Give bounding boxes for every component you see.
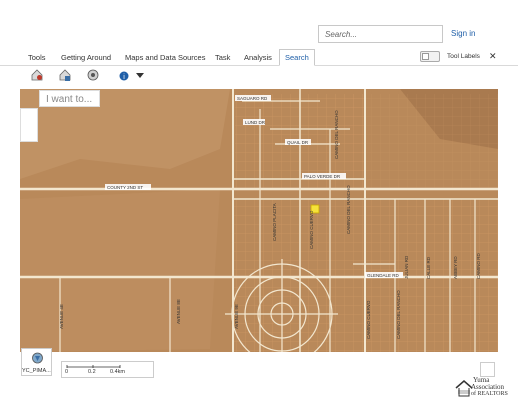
scale-label-0-4km: 0.4km: [110, 369, 125, 375]
close-icon[interactable]: ✕: [489, 51, 497, 62]
basemap-label: YC_PIMA...: [22, 368, 51, 374]
tab-bar: Tools Getting Around Maps and Data Sourc…: [0, 49, 518, 66]
property-search-icon[interactable]: [30, 68, 44, 82]
scale-label-0-2: 0.2: [88, 369, 96, 375]
road-label-camino-south: CAMINO DEL RANCHO: [396, 290, 401, 339]
tool-labels-label: Tool Labels: [447, 53, 480, 60]
tab-getting-around[interactable]: Getting Around: [61, 50, 111, 65]
map-canvas[interactable]: SAGUARO RD LUND DR QUAIL DR PALO VERDE D…: [20, 89, 498, 352]
road-label-camino-south-2: CAMINO CUERVO: [366, 300, 371, 339]
scale-bar: [61, 361, 154, 378]
parcel-grid: [345, 94, 498, 189]
layers-icon[interactable]: [58, 68, 72, 82]
road-label-county: COUNTY 2ND ST: [107, 185, 143, 190]
road-label-avenue-8e: AVENUE 8E: [176, 299, 181, 324]
road-label-camino-del-rancho-north: CAMINO DEL RANCHO: [334, 110, 339, 159]
road-label-quail: QUAIL DR: [287, 140, 309, 145]
logo-line-realtors: of REALTORS: [471, 391, 508, 397]
search-input[interactable]: Search...: [318, 25, 443, 43]
tab-maps-and-data-sources[interactable]: Maps and Data Sources: [125, 50, 205, 65]
road-label-camino-cuervo: CAMINO CUERVO: [309, 210, 314, 249]
road-label-abbey: ABBEY RD: [453, 256, 458, 279]
road-label-saguaro: SAGUARO RD: [237, 96, 268, 101]
map-view[interactable]: SAGUARO RD LUND DR QUAIL DR PALO VERDE D…: [20, 89, 498, 352]
tool-labels-toggle[interactable]: [420, 51, 440, 62]
scale-label-0: 0: [65, 369, 69, 375]
measure-icon[interactable]: [86, 68, 100, 82]
road-label-camino-placita: CAMINO PLACITA: [272, 203, 277, 241]
road-label-calle: CALLE RD: [426, 256, 431, 279]
i-want-to-input[interactable]: I want to...: [39, 90, 100, 107]
road-label-glendale: GLENDALE RD: [367, 273, 400, 278]
road-label-paloverde: PALO VERDE DR: [304, 174, 341, 179]
dropdown-arrow-icon[interactable]: [133, 68, 147, 82]
yuma-realtors-logo: Yuma Association of REALTORS: [455, 376, 515, 398]
road-label-camino-del-rancho: CAMINO DEL RANCHO: [346, 185, 351, 234]
zoom-control[interactable]: [20, 108, 38, 142]
terrain-patch: [20, 189, 220, 352]
identify-icon[interactable]: i: [116, 68, 130, 82]
road-label-avenue-4e: AVENUE 4E: [59, 304, 64, 329]
tab-search[interactable]: Search: [279, 49, 315, 66]
sign-in-link[interactable]: Sign in: [451, 29, 475, 38]
toggle-knob: [422, 53, 429, 60]
scale-bar-graphic: [66, 365, 121, 368]
tab-tools[interactable]: Tools: [28, 50, 46, 65]
tab-analysis[interactable]: Analysis: [244, 50, 272, 65]
road-label-lund: LUND DR: [245, 120, 266, 125]
road-label-avenue-9e: AVENUE 9E: [234, 304, 239, 329]
tab-task[interactable]: Task: [215, 50, 230, 65]
road-label-camino-right: CAMINO RD: [476, 253, 481, 280]
basemap-icon: [32, 352, 43, 364]
logo-line-association: Association: [471, 383, 505, 391]
map-corner-control[interactable]: [480, 362, 495, 377]
road-label-julian: JULIAN RD: [404, 255, 409, 279]
